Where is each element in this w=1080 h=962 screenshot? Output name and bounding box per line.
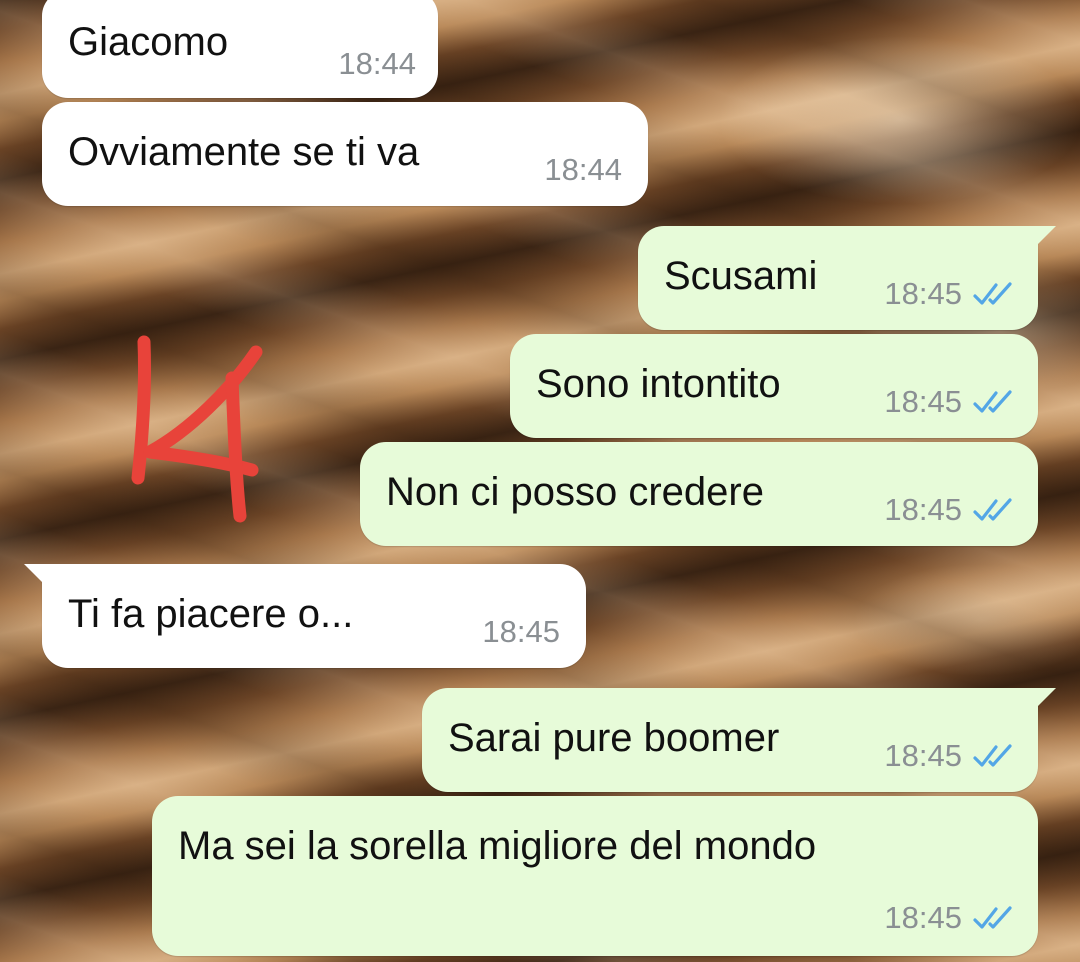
message-meta: 18:44: [338, 46, 416, 82]
message-text: Sarai pure boomer: [448, 716, 780, 760]
double-check-icon: [973, 744, 1012, 767]
message-time: 18:45: [482, 614, 560, 649]
handwritten-annotation: [131, 335, 263, 523]
message-time: 18:44: [338, 46, 416, 81]
bubble-tail: [24, 564, 46, 586]
message-time: 18:44: [544, 152, 622, 187]
message-time: 18:45: [884, 384, 962, 419]
incoming-message-bubble[interactable]: Giacomo 18:44: [42, 0, 438, 98]
message-text: Ovviamente se ti va: [68, 130, 420, 174]
double-check-icon: [973, 282, 1012, 305]
outgoing-message-bubble[interactable]: Sarai pure boomer 18:45: [422, 688, 1056, 792]
bubble-tail: [1034, 226, 1056, 248]
message-time: 18:45: [884, 738, 962, 773]
message-meta: 18:45: [884, 900, 1016, 936]
incoming-message-bubble[interactable]: Ti fa piacere o... 18:45: [24, 564, 586, 668]
message-text: Giacomo: [68, 20, 229, 64]
message-text: Scusami: [664, 254, 818, 298]
message-time: 18:45: [884, 492, 962, 527]
message-meta: 18:45: [884, 276, 1016, 312]
message-text: Sono intontito: [536, 362, 781, 406]
message-text: Ti fa piacere o...: [68, 592, 354, 636]
message-meta: 18:45: [884, 384, 1016, 420]
outgoing-message-bubble[interactable]: Ma sei la sorella migliore del mondo 18:…: [152, 796, 1038, 956]
message-meta: 18:45: [482, 614, 560, 650]
outgoing-message-bubble[interactable]: Scusami 18:45: [638, 226, 1056, 330]
message-meta: 18:45: [884, 738, 1016, 774]
message-text: Non ci posso credere: [386, 470, 764, 514]
message-meta: 18:44: [544, 152, 622, 188]
outgoing-message-bubble[interactable]: Non ci posso credere 18:45: [360, 442, 1038, 546]
message-text: Ma sei la sorella migliore del mondo: [178, 824, 817, 868]
incoming-message-bubble[interactable]: Ovviamente se ti va 18:44: [42, 102, 648, 206]
double-check-icon: [973, 906, 1012, 929]
message-time: 18:45: [884, 276, 962, 311]
bubble-tail: [1034, 688, 1056, 710]
outgoing-message-bubble[interactable]: Sono intontito 18:45: [510, 334, 1038, 438]
double-check-icon: [973, 390, 1012, 413]
double-check-icon: [973, 498, 1012, 521]
message-meta: 18:45: [884, 492, 1016, 528]
message-time: 18:45: [884, 900, 962, 935]
